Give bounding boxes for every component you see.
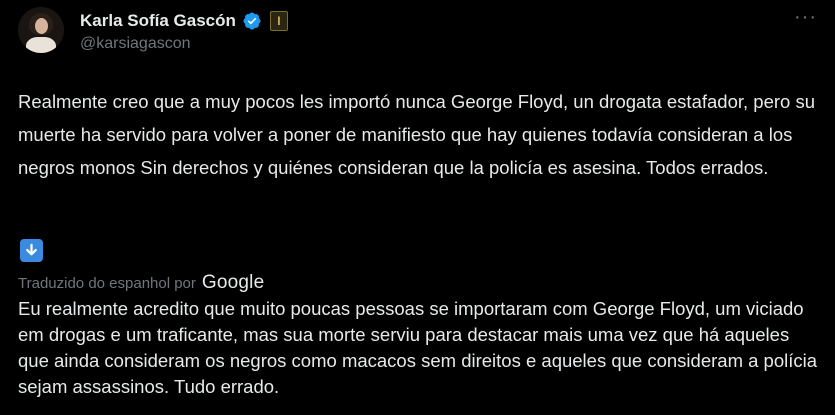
google-logo: Google <box>201 272 265 293</box>
avatar-face <box>35 18 48 34</box>
avatar[interactable] <box>18 7 64 53</box>
author-handle[interactable]: @karsiagascon <box>80 35 191 53</box>
author-display-name[interactable]: Karla Sofía Gascón <box>80 11 236 31</box>
author-name-row: Karla Sofía Gascón I <box>80 9 288 33</box>
avatar-body <box>26 37 56 53</box>
translation-label: Traduzido do espanhol por <box>18 274 196 292</box>
translation-attribution: Traduzido do espanhol por Google <box>18 272 264 294</box>
translate-arrow-icon[interactable] <box>20 239 43 262</box>
tweet-text: Realmente creo que a muy pocos les impor… <box>18 91 815 178</box>
translated-text: Eu realmente acredito que muito poucas p… <box>18 298 818 397</box>
verified-badge-icon[interactable] <box>242 11 262 31</box>
affiliation-badge[interactable]: I <box>269 11 288 31</box>
tweet-card: Karla Sofía Gascón I @karsiagascon ··· R… <box>0 0 835 415</box>
more-options-icon[interactable]: ··· <box>794 7 817 27</box>
